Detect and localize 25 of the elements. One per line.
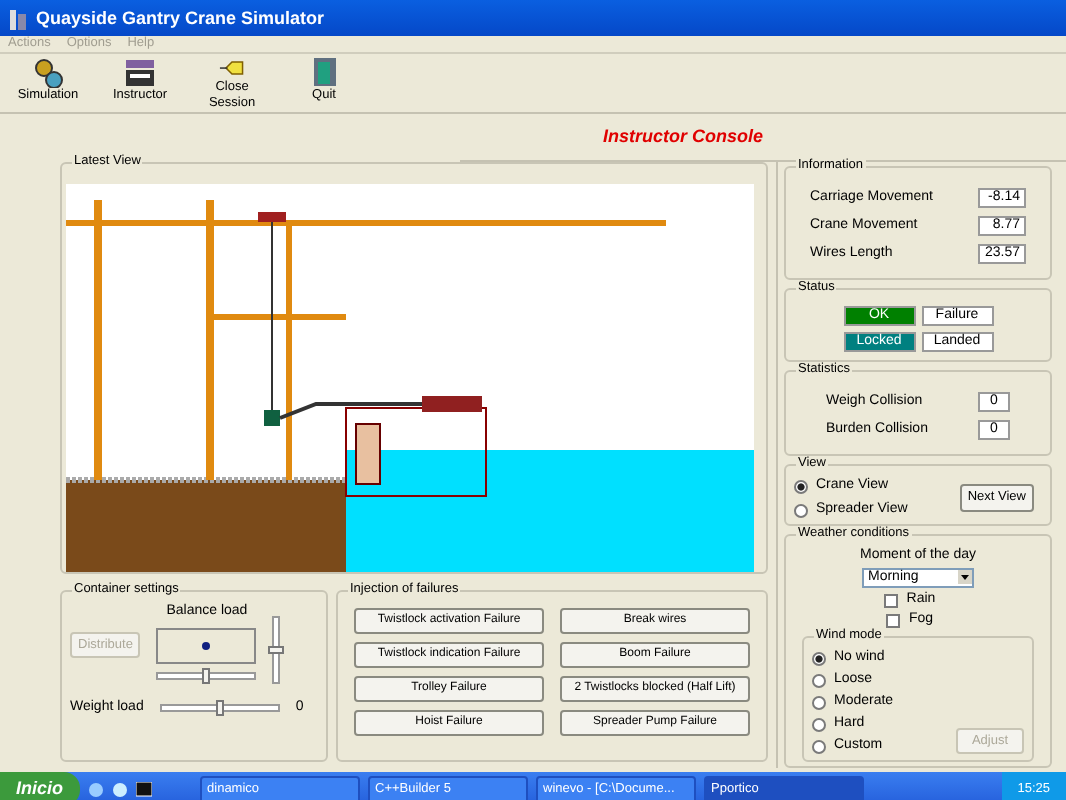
tag-icon	[216, 56, 248, 81]
globe-icon	[111, 781, 128, 797]
app-icon	[8, 7, 28, 29]
start-button[interactable]: Inicio	[0, 772, 80, 800]
slider-thumb[interactable]	[268, 646, 285, 654]
radio-button[interactable]	[812, 739, 826, 754]
keyboard-icon	[124, 56, 156, 88]
window-title: Quayside Gantry Crane Simulator	[36, 7, 325, 29]
browser-icon	[87, 781, 104, 797]
radio-button[interactable]	[812, 695, 826, 710]
radio-button[interactable]	[794, 503, 808, 518]
slider-thumb[interactable]	[202, 668, 211, 685]
slider-thumb[interactable]	[215, 700, 224, 717]
radio-button[interactable]	[812, 717, 826, 732]
checkbox[interactable]	[886, 613, 901, 628]
dropdown-arrow-icon	[958, 570, 972, 585]
console-heading: Instructor Console	[602, 126, 763, 148]
radio-button[interactable]	[812, 673, 826, 688]
checkbox[interactable]	[884, 593, 899, 607]
door-icon	[308, 56, 340, 88]
gears-icon	[32, 56, 64, 88]
terminal-icon	[135, 781, 152, 797]
radio-button[interactable]	[812, 651, 826, 666]
balance-point-icon	[202, 642, 211, 651]
radio-button[interactable]	[794, 479, 808, 494]
